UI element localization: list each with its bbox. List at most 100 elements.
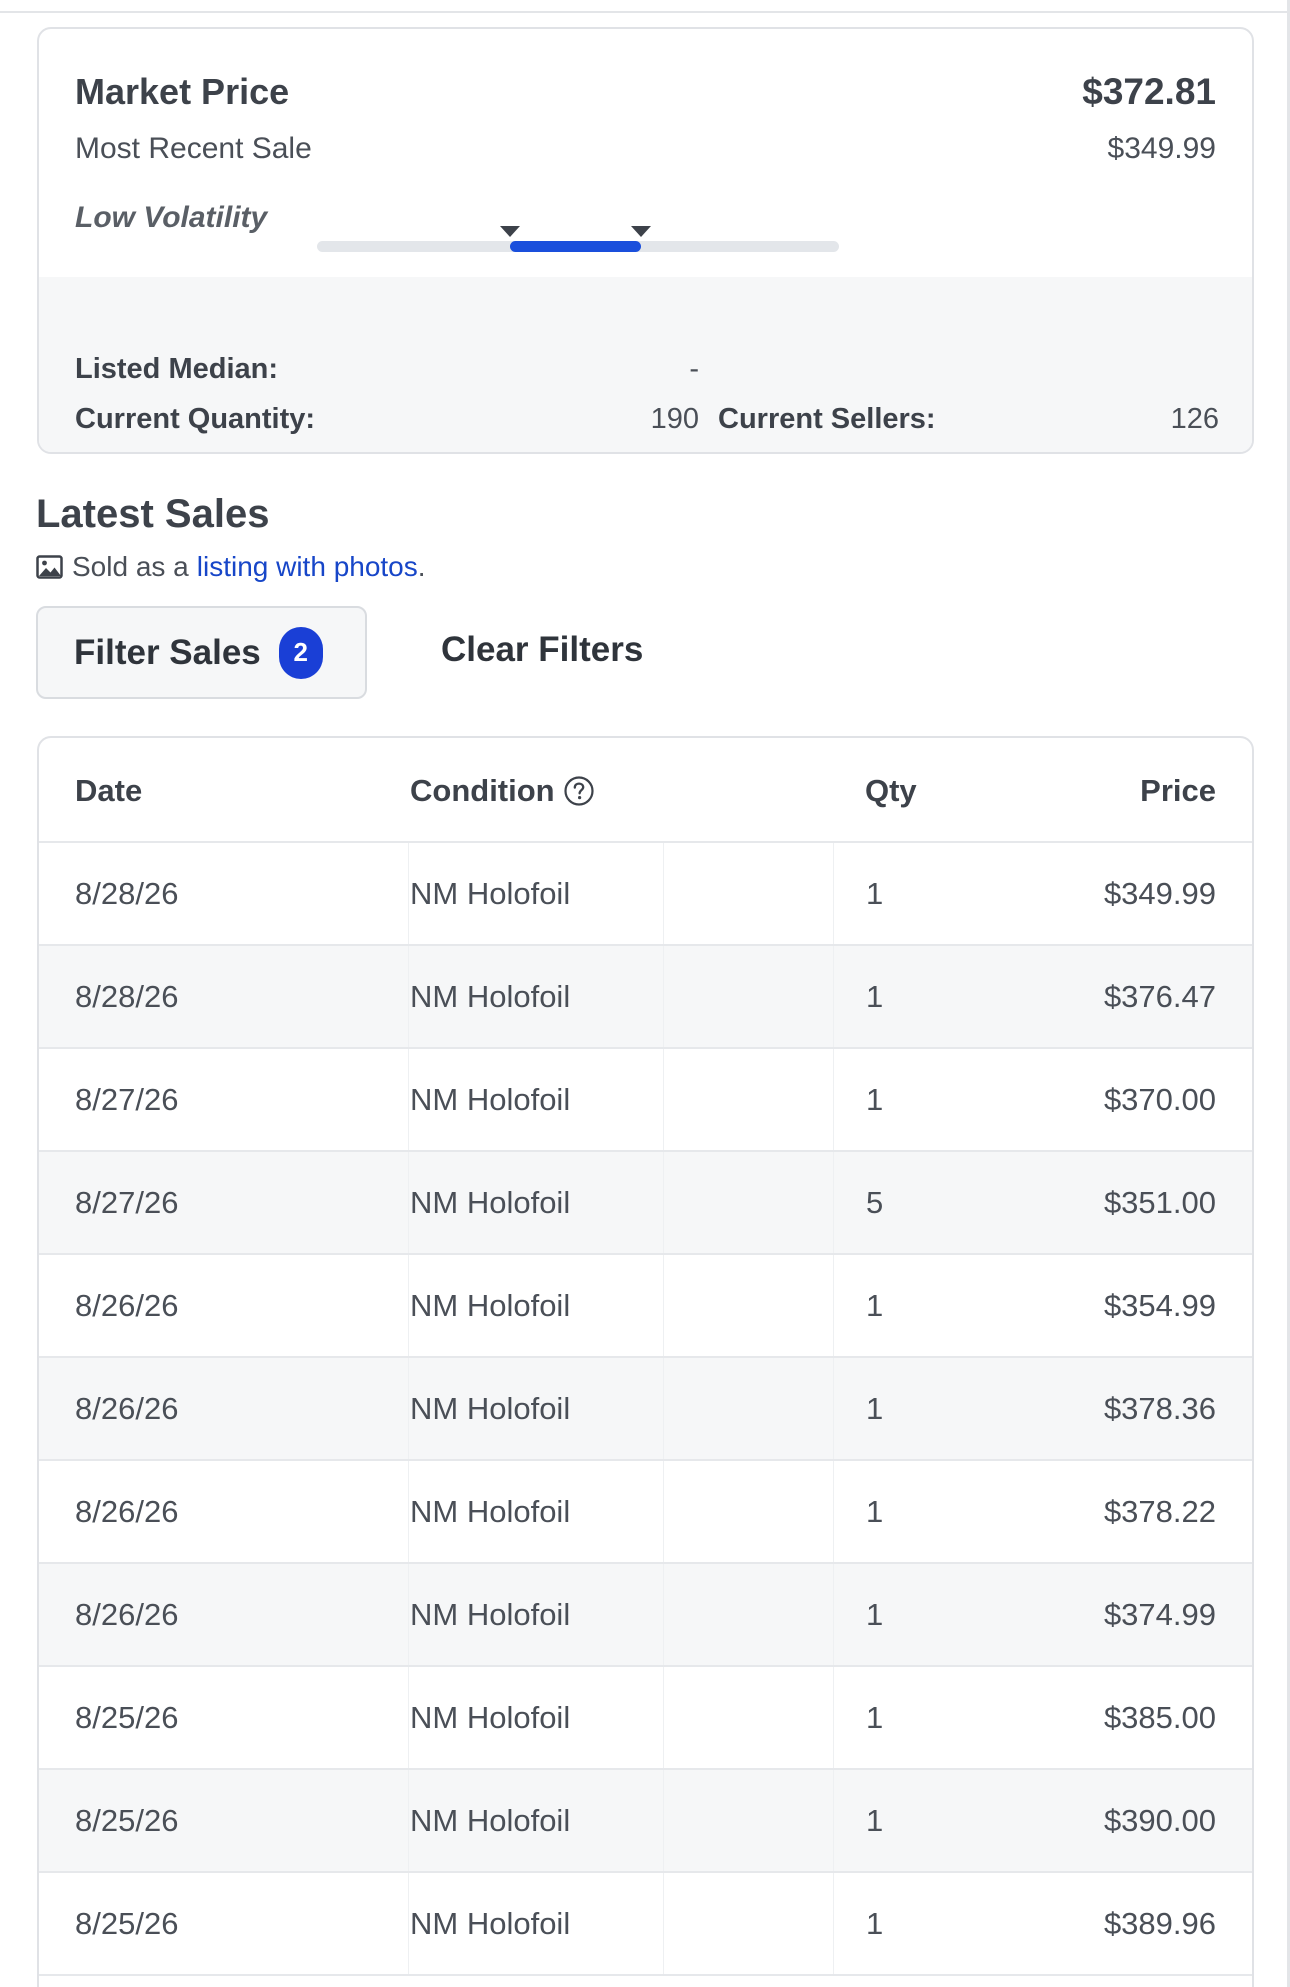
column-separator: [833, 946, 834, 1047]
table-row: 8/28/26 NM Holofoil 1 $349.99: [39, 843, 1252, 946]
column-separator: [663, 1564, 664, 1665]
column-separator: [408, 1564, 409, 1665]
column-separator: [663, 1873, 664, 1974]
column-separator: [833, 1255, 834, 1356]
photo-listing-note: Sold as a listing with photos .: [36, 551, 426, 583]
cell-price: $374.99: [1103, 1597, 1216, 1632]
volatility-low-marker-icon: [500, 226, 521, 237]
column-separator: [833, 843, 834, 944]
cell-date: 8/26/26: [75, 1288, 179, 1323]
market-price-value: $372.81: [1082, 71, 1216, 112]
column-separator: [408, 1667, 409, 1768]
cell-date: 8/25/26: [75, 1803, 179, 1838]
recent-sale-label: Most Recent Sale: [75, 132, 312, 165]
column-separator: [833, 1564, 834, 1665]
filter-count-badge: 2: [278, 626, 323, 679]
header-condition-label: Condition: [410, 773, 555, 808]
table-row: 8/26/26 NM Holofoil 1 $374.99: [39, 1564, 1252, 1667]
cell-price: $378.22: [1103, 1494, 1216, 1529]
column-separator: [408, 1873, 409, 1974]
table-row: 8/27/26 NM Holofoil 5 $351.00: [39, 1152, 1252, 1255]
cell-date: 8/25/26: [75, 1700, 179, 1735]
cell-condition: NM Holofoil: [410, 979, 571, 1014]
cell-date: 8/26/26: [75, 1597, 179, 1632]
cell-price: $389.96: [1103, 1906, 1216, 1941]
cell-condition: NM Holofoil: [410, 1494, 571, 1529]
volatility-meter: [317, 226, 839, 252]
cell-qty: 1: [866, 1082, 884, 1117]
column-separator: [663, 1667, 664, 1768]
volatility-label: Low Volatility: [75, 201, 268, 234]
cell-date: 8/28/26: [75, 979, 179, 1014]
recent-sale-row: Most Recent Sale $349.99: [75, 132, 1216, 166]
photo-note-suffix: .: [417, 551, 426, 582]
cell-condition: NM Holofoil: [410, 1391, 571, 1426]
cell-price: $376.47: [1103, 979, 1216, 1014]
cell-condition: NM Holofoil: [410, 1082, 571, 1117]
table-row: 8/26/26 NM Holofoil 1 $378.36: [39, 1358, 1252, 1461]
column-separator: [833, 1770, 834, 1871]
column-separator: [833, 1461, 834, 1562]
cell-price: $378.36: [1103, 1391, 1216, 1426]
cell-qty: 1: [866, 1391, 884, 1426]
cell-qty: 1: [866, 1906, 884, 1941]
volatility-range-fill: [510, 241, 641, 252]
listed-median-value: -: [689, 353, 699, 385]
question-circle-icon[interactable]: [563, 775, 595, 807]
column-separator: [663, 843, 664, 944]
cell-condition: NM Holofoil: [410, 1906, 571, 1941]
filter-sales-label: Filter Sales: [74, 632, 261, 672]
clear-filters-button[interactable]: Clear Filters: [441, 630, 643, 670]
listing-with-photos-link[interactable]: listing with photos: [197, 551, 418, 583]
cell-date: 8/26/26: [75, 1494, 179, 1529]
table-row: 8/25/26 NM Holofoil 1 $390.00: [39, 1770, 1252, 1873]
cell-price: $385.00: [1103, 1700, 1216, 1735]
cell-date: 8/28/26: [75, 876, 179, 911]
column-separator: [833, 1358, 834, 1459]
column-separator: [663, 1255, 664, 1356]
current-sellers-value: 126: [1170, 403, 1219, 435]
column-separator: [663, 946, 664, 1047]
cell-date: 8/27/26: [75, 1185, 179, 1220]
table-header: Date Condition Qty Price: [39, 738, 1252, 843]
cell-date: 8/27/26: [75, 1082, 179, 1117]
cell-qty: 1: [866, 1803, 884, 1838]
column-separator: [408, 1770, 409, 1871]
cell-price: $351.00: [1103, 1185, 1216, 1220]
page-top-divider: [0, 0, 1290, 13]
table-row: 8/25/26 NM Holofoil 1 $385.00: [39, 1667, 1252, 1770]
image-icon: [36, 555, 63, 579]
cell-date: 8/25/26: [75, 1906, 179, 1941]
header-date: Date: [75, 773, 143, 808]
cell-price: $390.00: [1103, 1803, 1216, 1838]
cell-condition: NM Holofoil: [410, 1288, 571, 1323]
table-row: 8/26/26 NM Holofoil 1 $354.99: [39, 1255, 1252, 1358]
cell-qty: 1: [866, 1288, 884, 1323]
column-separator: [663, 1461, 664, 1562]
cell-condition: NM Holofoil: [410, 1185, 571, 1220]
cell-qty: 5: [866, 1185, 884, 1220]
latest-sales-table: Date Condition Qty Price 8/28/26 NM Holof…: [37, 736, 1254, 1987]
column-separator: [833, 1667, 834, 1768]
column-separator: [408, 1461, 409, 1562]
cell-date: 8/26/26: [75, 1391, 179, 1426]
market-price-label: Market Price: [75, 71, 290, 112]
market-price-row: Market Price $372.81: [75, 71, 1216, 113]
table-body: 8/28/26 NM Holofoil 1 $349.99 8/28/26 NM Holo…: [39, 843, 1252, 1976]
market-price-summary: Market Price $372.81 Most Recent Sale $3…: [39, 29, 1252, 277]
header-qty: Qty: [865, 773, 917, 808]
header-price: Price: [1140, 773, 1216, 808]
current-quantity-label: Current Quantity:: [75, 403, 316, 435]
column-separator: [833, 1873, 834, 1974]
column-separator: [408, 1049, 409, 1150]
column-separator: [833, 1049, 834, 1150]
filter-sales-button[interactable]: Filter Sales 2: [36, 606, 367, 699]
cell-qty: 1: [866, 1597, 884, 1632]
cell-condition: NM Holofoil: [410, 1803, 571, 1838]
cell-price: $349.99: [1103, 876, 1216, 911]
listing-stats: Listed Median: - Current Quantity: 190 C…: [39, 277, 1252, 452]
cell-condition: NM Holofoil: [410, 1700, 571, 1735]
table-row: 8/27/26 NM Holofoil 1 $370.00: [39, 1049, 1252, 1152]
recent-sale-value: $349.99: [1107, 132, 1216, 165]
market-price-card: Market Price $372.81 Most Recent Sale $3…: [37, 27, 1254, 454]
